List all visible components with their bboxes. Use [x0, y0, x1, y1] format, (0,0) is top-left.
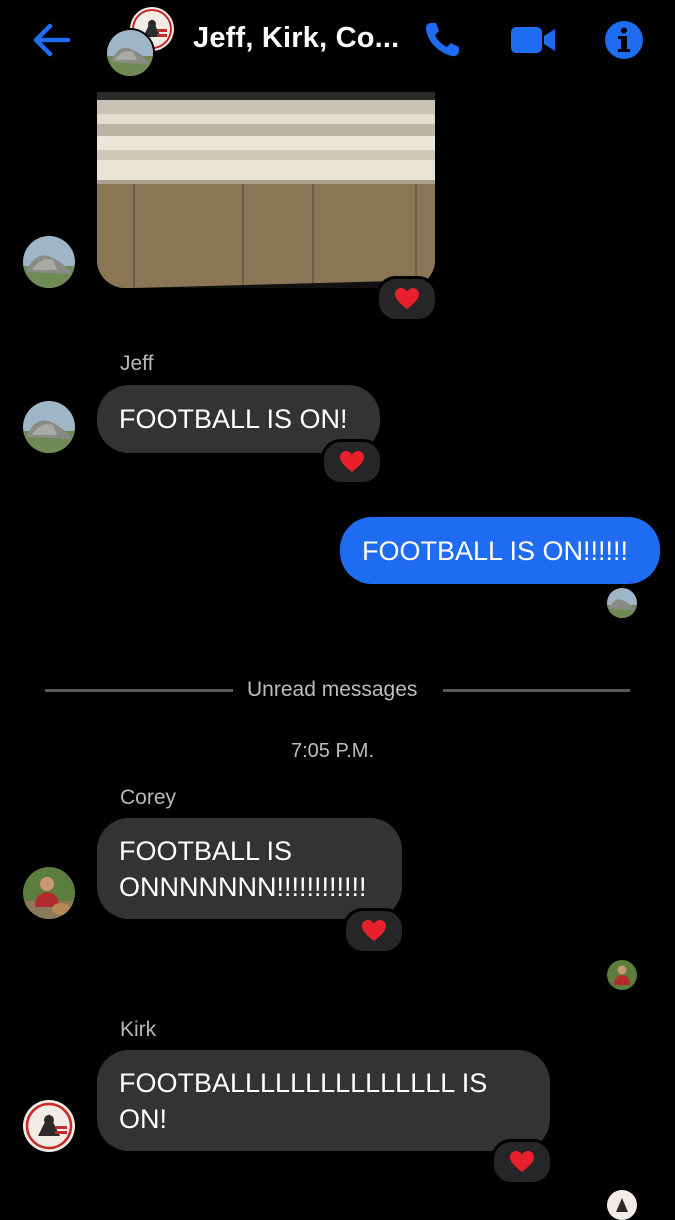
bird-logo-icon — [607, 1190, 637, 1220]
image-message[interactable] — [97, 92, 435, 288]
heart-icon — [340, 451, 364, 472]
reaction-badge[interactable] — [321, 439, 383, 485]
heart-icon — [362, 920, 386, 941]
heart-icon — [395, 288, 419, 309]
message-text: FOOTBALL IS ONNNNNNN!!!!!!!!!!!! — [119, 836, 367, 902]
read-receipt-avatar-corey — [607, 960, 637, 990]
landscape-photo-icon — [607, 588, 637, 618]
message-bubble-incoming[interactable]: FOOTBALL IS ONNNNNNN!!!!!!!!!!!! — [97, 818, 402, 919]
arrow-left-icon — [33, 23, 71, 57]
landscape-photo-icon — [107, 30, 153, 76]
conversation-info-button[interactable] — [600, 16, 648, 64]
message-text: FOOTBALL IS ON!!!!!! — [362, 536, 629, 566]
landscape-photo-icon — [23, 236, 75, 288]
unread-divider-label: Unread messages — [247, 678, 418, 701]
read-receipt-avatar-kirk — [607, 1190, 637, 1220]
reaction-badge[interactable] — [343, 908, 405, 954]
read-receipt-avatar-jeff — [607, 588, 637, 618]
video-call-button[interactable] — [509, 16, 559, 64]
bird-logo-icon — [23, 1100, 75, 1152]
avatar-corey[interactable] — [23, 867, 75, 919]
sender-name: Corey — [120, 786, 177, 809]
conversation-header: Jeff, Kirk, Co... — [0, 0, 675, 88]
divider-line-left — [45, 689, 233, 692]
voice-call-button[interactable] — [419, 16, 467, 64]
message-bubble-incoming[interactable]: FOOTBALLLLLLLLLLLLLLL IS ON! — [97, 1050, 550, 1151]
group-avatar-jeff[interactable] — [105, 28, 155, 78]
phone-icon — [425, 23, 459, 57]
conversation-title[interactable]: Jeff, Kirk, Co... — [193, 22, 399, 55]
avatar-kirk[interactable] — [23, 1100, 75, 1152]
heart-icon — [510, 1151, 534, 1172]
person-photo-icon — [23, 867, 75, 919]
video-camera-icon — [511, 27, 555, 53]
info-icon — [605, 21, 643, 59]
photo-wall-trim — [97, 92, 435, 288]
message-text: FOOTBALLLLLLLLLLLLLLL IS ON! — [119, 1068, 488, 1134]
sender-name: Kirk — [120, 1018, 157, 1041]
message-text: FOOTBALL IS ON! — [119, 404, 348, 434]
message-bubble-outgoing[interactable]: FOOTBALL IS ON!!!!!! — [340, 517, 660, 584]
timestamp: 7:05 P.M. — [291, 740, 375, 762]
sender-name: Jeff — [120, 352, 154, 375]
reaction-badge[interactable] — [491, 1139, 553, 1185]
avatar-jeff[interactable] — [23, 236, 75, 288]
back-button[interactable] — [30, 20, 74, 60]
person-photo-icon — [607, 960, 637, 990]
landscape-photo-icon — [23, 401, 75, 453]
reaction-badge[interactable] — [376, 276, 438, 322]
divider-line-right — [443, 689, 630, 692]
avatar-jeff[interactable] — [23, 401, 75, 453]
